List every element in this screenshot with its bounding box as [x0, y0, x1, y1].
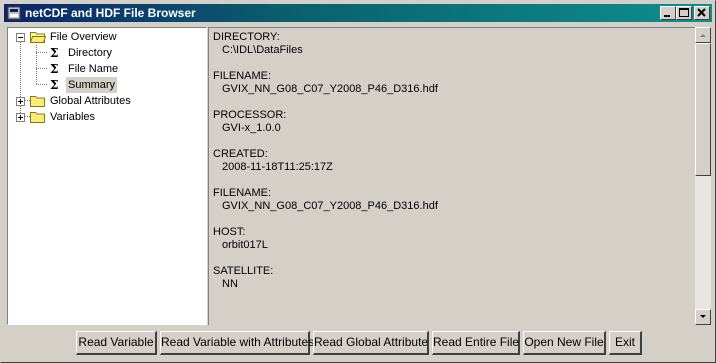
tree-item-label: File Overview [50, 31, 117, 43]
summary-value: NN [222, 278, 238, 290]
app-icon [7, 6, 21, 20]
maximize-icon [679, 8, 689, 17]
summary-entry: PROCESSOR: GVI-x_1.0.0 [213, 109, 286, 135]
arrow-up-icon [700, 34, 706, 37]
read-global-attribute-button[interactable]: Read Global Attribute [313, 331, 429, 355]
summary-key: PROCESSOR: [213, 109, 287, 121]
scroll-up-button[interactable] [695, 27, 711, 43]
summary-value: GVI-x_1.0.0 [222, 122, 281, 134]
tree-item-file-name[interactable]: Σ File Name [8, 61, 206, 77]
summary-key: SATELLITE: [213, 265, 274, 277]
open-new-file-button[interactable]: Open New File [523, 331, 606, 355]
summary-key: FILENAME: [213, 70, 272, 82]
window-title: netCDF and HDF File Browser [25, 6, 196, 20]
summary-key: FILENAME: [213, 187, 272, 199]
sigma-icon: Σ [50, 78, 59, 92]
tree-item-label: Summary [66, 77, 118, 93]
summary-value: orbit017L [222, 239, 268, 251]
expand-icon[interactable] [16, 113, 25, 122]
action-button-bar: Read Variable Read Variable with Attribu… [1, 331, 716, 355]
tree-item-variables[interactable]: Variables [8, 109, 206, 125]
vertical-scrollbar[interactable] [695, 27, 711, 325]
scrollbar-thumb[interactable] [695, 43, 711, 176]
expand-icon[interactable] [16, 97, 25, 106]
summary-entry: FILENAME: GVIX_NN_G08_C07_Y2008_P46_D316… [213, 70, 438, 96]
summary-entry: HOST: orbit017L [213, 226, 268, 252]
folder-icon [30, 112, 45, 123]
arrow-down-icon [700, 315, 706, 318]
summary-value: GVIX_NN_G08_C07_Y2008_P46_D316.hdf [222, 200, 438, 212]
tree-item-global-attributes[interactable]: Global Attributes [8, 93, 206, 109]
summary-key: HOST: [213, 226, 246, 238]
tree-item-label: File Name [68, 63, 119, 75]
maximize-button[interactable] [676, 6, 692, 20]
summary-value: GVIX_NN_G08_C07_Y2008_P46_D316.hdf [222, 83, 438, 95]
summary-text-area[interactable]: DIRECTORY: C:\IDL\DataFiles FILENAME: GV… [208, 27, 695, 325]
minimize-button[interactable] [660, 6, 676, 20]
tree-item-label: Directory [68, 47, 113, 59]
minimize-icon [664, 15, 670, 17]
tree-item-file-overview[interactable]: File Overview [8, 29, 206, 45]
tree-item-summary[interactable]: Σ Summary [8, 77, 206, 93]
close-icon [697, 8, 706, 17]
read-variable-with-attributes-button[interactable]: Read Variable with Attributes [160, 331, 314, 355]
sigma-icon: Σ [50, 62, 59, 76]
summary-value: C:\IDL\DataFiles [222, 44, 303, 56]
summary-entry: FILENAME: GVIX_NN_G08_C07_Y2008_P46_D316… [213, 187, 438, 213]
sigma-icon: Σ [50, 46, 59, 60]
summary-key: DIRECTORY: [213, 31, 280, 43]
read-variable-button[interactable]: Read Variable [76, 331, 157, 355]
close-button[interactable] [694, 6, 710, 20]
summary-entry: CREATED: 2008-11-18T11:25:17Z [213, 148, 333, 174]
scroll-down-button[interactable] [695, 309, 711, 325]
browser-window: netCDF and HDF File Browser File Overvie… [0, 0, 716, 363]
folder-open-icon [30, 32, 46, 43]
summary-value: 2008-11-18T11:25:17Z [222, 161, 333, 173]
exit-button[interactable]: Exit [609, 331, 642, 355]
collapse-icon[interactable] [16, 33, 25, 42]
read-entire-file-button[interactable]: Read Entire File [432, 331, 520, 355]
tree-item-label: Global Attributes [50, 95, 131, 107]
tree-item-directory[interactable]: Σ Directory [8, 45, 206, 61]
summary-key: CREATED: [213, 148, 268, 160]
summary-entry: SATELLITE: NN [213, 265, 273, 291]
summary-entry: DIRECTORY: C:\IDL\DataFiles [213, 31, 303, 57]
title-bar[interactable]: netCDF and HDF File Browser [4, 4, 712, 22]
folder-icon [30, 96, 45, 107]
tree-view[interactable]: File Overview Σ Directory Σ File Name Σ … [7, 27, 207, 325]
tree-item-label: Variables [50, 111, 96, 123]
